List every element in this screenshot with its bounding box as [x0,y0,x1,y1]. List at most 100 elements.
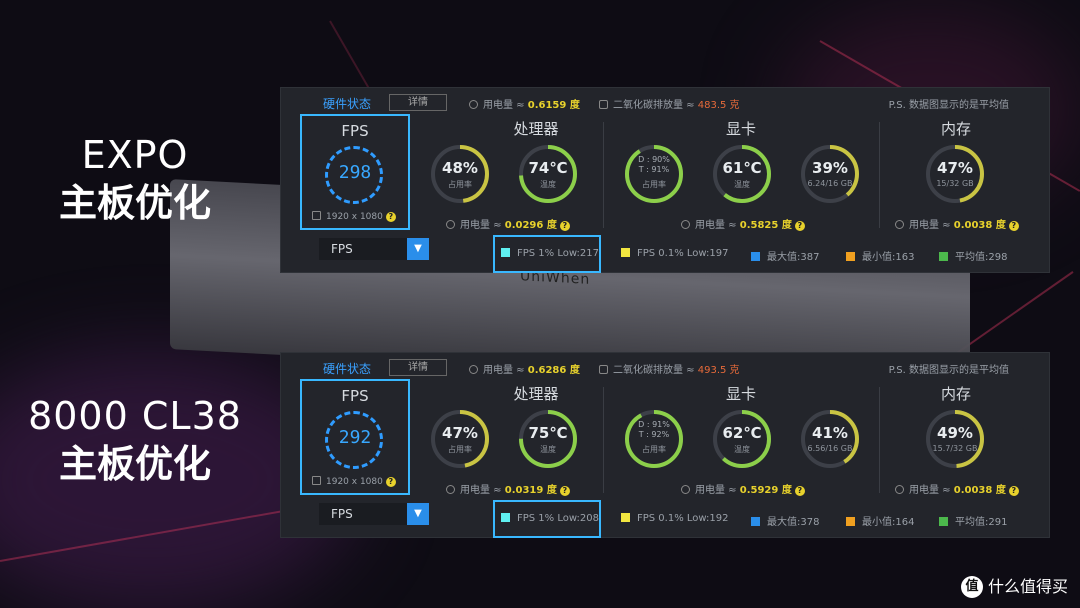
help-icon[interactable]: ? [794,486,805,496]
fps-1pct-low-highlight [493,500,601,538]
gpu-t-usage: T : 92% [638,430,670,439]
power-icon [681,485,690,494]
co2-emission: 二氧化碳排放量 ≈ 493.5 克 [599,361,740,376]
cpu-power: 用电量 ≈ 0.0319 度? [446,481,570,496]
legend-avg: 平均值:291 [939,513,1007,528]
bottle-icon [599,365,608,374]
legend-swatch [621,248,630,257]
gpu-usage-gauge: D : 90% T : 91% 占用率 [623,143,685,205]
detail-button[interactable]: 详情 [389,94,447,111]
metric-select[interactable]: FPS ▼ [319,238,429,260]
legend-label: 最小值:163 [862,252,915,263]
resolution-text: 1920 x 1080 [326,212,383,222]
memory-title: 内存 [940,385,971,403]
gpu-temp-gauge: 61℃ 温度 [711,143,773,205]
label-line2: 主板优化 [58,181,211,225]
label-expo: EXPO 主板优化 [5,132,265,228]
help-icon[interactable]: ? [385,477,396,487]
memory-usage-value: 49% [937,424,973,442]
cpu-temp-gauge: 75℃ 温度 [517,408,579,470]
panel-title[interactable]: 硬件状态 [323,360,371,377]
power-icon [446,485,455,494]
metric-select[interactable]: FPS ▼ [319,503,429,525]
memory-usage-sub: 15.7/32 GB [932,444,978,453]
detail-button[interactable]: 详情 [389,359,447,376]
fps-monitor: FPS 292 1920 x 1080? [300,379,410,495]
memory-usage-gauge: 49% 15.7/32 GB [924,408,986,470]
hardware-status-panel: 硬件状态 详情 用电量 ≈ 0.6159 度 二氧化碳排放量 ≈ 483.5 克… [280,87,1050,273]
legend-label: 平均值:298 [955,252,1008,263]
legend-min: 最小值:164 [846,513,914,528]
gpu-power-value: 0.5929 度 [739,485,792,496]
panel-title[interactable]: 硬件状态 [323,95,371,112]
power-icon [681,220,690,229]
gpu-usage-gauge: D : 91% T : 92% 占用率 [623,408,685,470]
legend-swatch [939,252,948,261]
help-icon[interactable]: ? [559,221,570,231]
memory-power-value: 0.0038 度 [953,485,1006,496]
divider [603,122,604,228]
gpu-d-usage: D : 91% [638,420,670,429]
power-icon [895,485,904,494]
label-line1: EXPO [81,133,189,177]
label-line2: 主板优化 [58,442,211,486]
memory-usage-value: 47% [937,159,973,177]
fps-value: 298 [338,162,372,183]
gpu-vram-sub: 6.24/16 GB [807,179,853,188]
legend-label: FPS 0.1% Low:197 [637,248,729,259]
watermark-text: 什么值得买 [987,576,1068,596]
chevron-down-icon[interactable]: ▼ [407,238,429,260]
power-icon [469,365,478,374]
cpu-title: 处理器 [513,120,559,138]
co2-emission: 二氧化碳排放量 ≈ 483.5 克 [599,96,740,111]
cpu-usage-label: 占用率 [448,180,472,189]
gpu-temp-value: 62℃ [722,424,762,442]
co2-value: 483.5 克 [697,100,740,111]
resolution: 1920 x 1080? [312,211,396,222]
legend-swatch [939,517,948,526]
ps-note: P.S. 数据图显示的是平均值 [888,365,1009,376]
divider [879,387,880,493]
help-icon[interactable]: ? [794,221,805,231]
legend-label: 最大值:378 [767,517,820,528]
co2-label: 二氧化碳排放量 ≈ [613,100,695,111]
gpu-vram-gauge: 41% 6.56/16 GB [799,408,861,470]
legend-label: 最大值:387 [767,252,820,263]
gpu-power-label: 用电量 ≈ [695,485,737,496]
memory-power-label: 用电量 ≈ [909,485,951,496]
total-power-label: 用电量 ≈ [483,365,525,376]
cpu-temp-label: 温度 [540,180,556,189]
help-icon[interactable]: ? [385,212,396,222]
help-icon[interactable]: ? [1008,221,1019,231]
gpu-vram-sub: 6.56/16 GB [807,444,853,453]
cpu-power-label: 用电量 ≈ [460,220,502,231]
gpu-usage-detail: D : 90% T : 91% [623,155,685,175]
resolution-text: 1920 x 1080 [326,477,383,487]
total-power-value: 0.6159 度 [527,100,580,111]
gpu-power: 用电量 ≈ 0.5929 度? [681,481,805,496]
memory-power: 用电量 ≈ 0.0038 度? [895,216,1019,231]
legend-label: FPS 0.1% Low:192 [637,513,729,524]
cpu-usage-label: 占用率 [448,445,472,454]
gpu-power: 用电量 ≈ 0.5825 度? [681,216,805,231]
co2-value: 493.5 克 [697,365,740,376]
label-8000-cl38: 8000 CL38 主板优化 [5,393,265,489]
chevron-down-icon[interactable]: ▼ [407,503,429,525]
help-icon[interactable]: ? [559,486,570,496]
gpu-vram-value: 39% [812,159,848,177]
legend-swatch [751,517,760,526]
memory-title: 内存 [940,120,971,138]
cpu-power-value: 0.0319 度 [504,485,557,496]
help-icon[interactable]: ? [1008,486,1019,496]
legend-swatch [621,513,630,522]
cpu-usage-gauge: 48% 占用率 [429,143,491,205]
cpu-power-label: 用电量 ≈ [460,485,502,496]
power-icon [895,220,904,229]
metric-select-value: FPS [331,242,353,256]
fps-caption: FPS [341,387,369,405]
legend-label: 最小值:164 [862,517,915,528]
gpu-power-value: 0.5825 度 [739,220,792,231]
legend-fps-01pct-low: FPS 0.1% Low:197 [621,248,729,259]
cpu-usage-gauge: 47% 占用率 [429,408,491,470]
cpu-title: 处理器 [513,385,559,403]
